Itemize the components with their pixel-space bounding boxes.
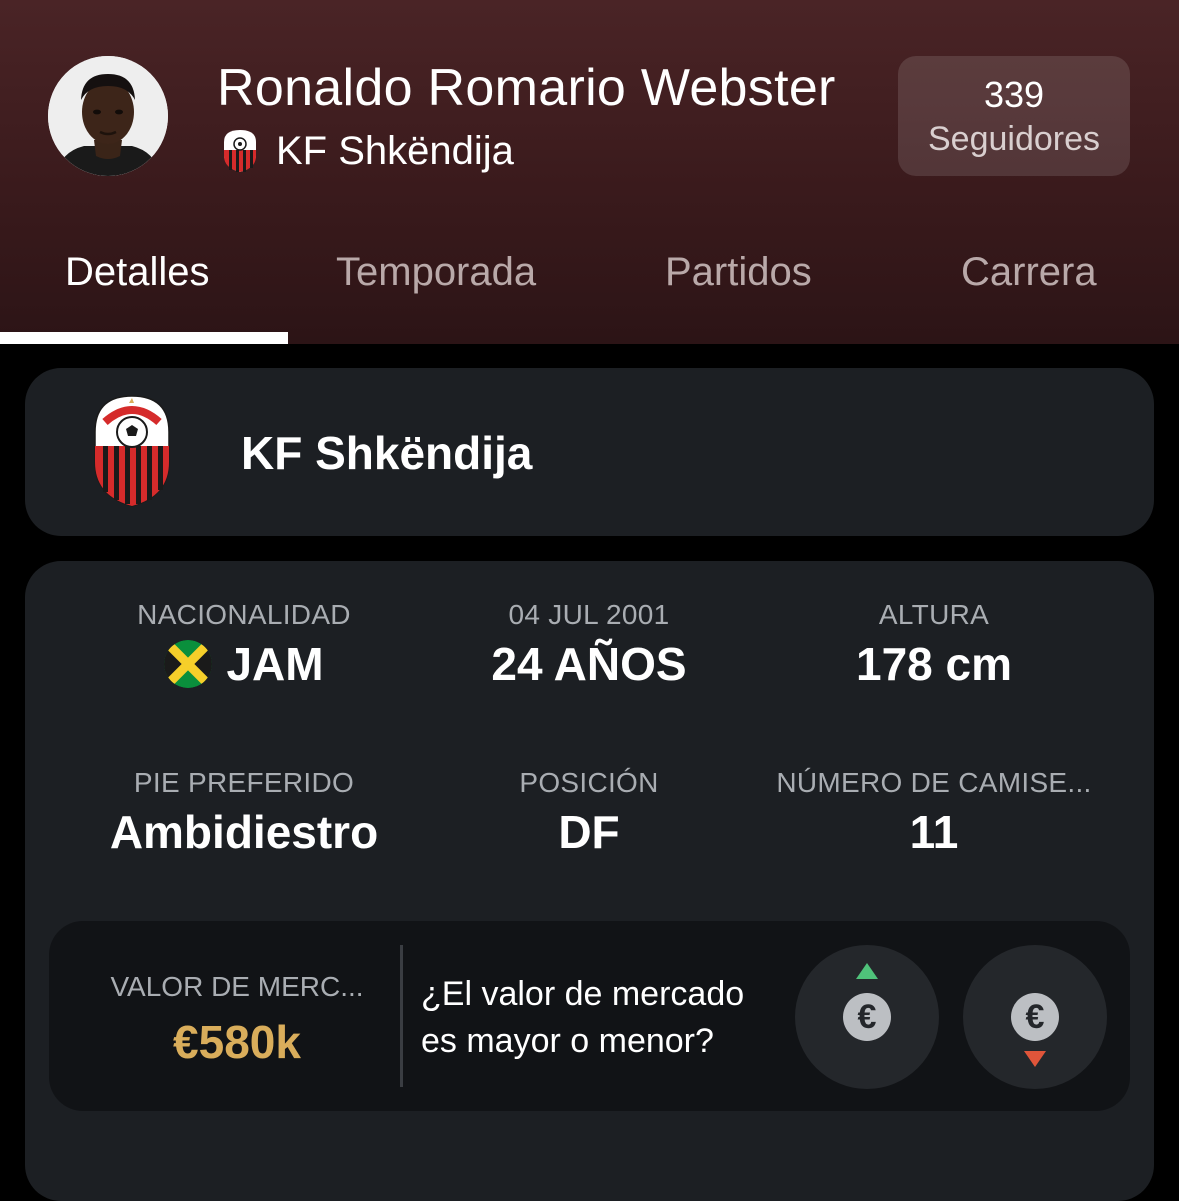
stat-foot: PIE PREFERIDO Ambidiestro	[74, 767, 414, 859]
market-value-amount: €580k	[173, 1016, 301, 1068]
profile-tabs: Detalles Temporada Partidos Carrera	[0, 240, 1179, 344]
market-value-question: ¿El valor de mercado es mayor o menor?	[421, 975, 745, 1060]
stat-height: ALTURA 178 cm	[764, 599, 1104, 691]
arrow-down-icon	[1024, 1051, 1046, 1067]
stat-nationality-value: JAM	[226, 638, 324, 690]
followers-badge[interactable]: 339 Seguidores	[898, 56, 1130, 176]
tab-partidos[interactable]: Partidos	[665, 250, 812, 295]
stat-position-label: POSICIÓN	[519, 767, 659, 798]
active-tab-indicator	[0, 332, 288, 344]
stat-age: 04 JUL 2001 24 AÑOS	[419, 599, 759, 691]
player-header: Ronaldo Romario Webster KF Shkëndija 339…	[0, 0, 1179, 344]
followers-label: Seguidores	[927, 119, 1100, 158]
club-card[interactable]: KF Shkëndija	[25, 368, 1154, 536]
stat-height-label: ALTURA	[878, 599, 990, 630]
tab-temporada[interactable]: Temporada	[336, 250, 536, 295]
arrow-up-icon	[856, 963, 878, 979]
stat-height-value: 178 cm	[855, 638, 1012, 690]
stat-shirt-label: NÚMERO DE CAMISE...	[776, 767, 1092, 798]
market-value-panel: VALOR DE MERC... €580k ¿El valor de merc…	[49, 921, 1130, 1111]
club-crest-icon	[224, 130, 256, 172]
stat-birthdate-label: 04 JUL 2001	[508, 599, 670, 630]
tab-detalles[interactable]: Detalles	[65, 250, 210, 295]
stat-shirt-number: NÚMERO DE CAMISE... 11	[764, 767, 1104, 859]
stat-foot-value: Ambidiestro	[109, 806, 379, 858]
vote-lower-button[interactable]: €	[963, 945, 1107, 1089]
market-divider	[400, 945, 403, 1087]
stat-nationality: NACIONALIDAD JAM	[74, 599, 414, 691]
club-card-name: KF Shkëndija	[241, 427, 533, 479]
vote-higher-button[interactable]: €	[795, 945, 939, 1089]
stat-position-value: DF	[558, 806, 620, 858]
euro-down-icon: €	[1011, 993, 1059, 1041]
player-details-card: NACIONALIDAD JAM 04 JUL 2001 24 AÑOS ALT…	[25, 561, 1154, 1201]
player-club-name: KF Shkëndija	[276, 128, 514, 173]
tab-carrera[interactable]: Carrera	[961, 250, 1097, 295]
market-value-label: VALOR DE MERC...	[110, 971, 364, 1002]
player-name: Ronaldo Romario Webster	[217, 59, 836, 117]
player-avatar[interactable]	[48, 56, 168, 176]
followers-count: 339	[983, 73, 1045, 115]
kf-shkendija-crest-icon	[94, 395, 170, 507]
stat-age-value: 24 AÑOS	[491, 638, 687, 690]
stat-position: POSICIÓN DF	[419, 767, 759, 859]
player-photo	[48, 56, 168, 176]
stat-foot-label: PIE PREFERIDO	[133, 767, 355, 798]
player-club-link[interactable]: KF Shkëndija	[222, 128, 514, 174]
stat-nationality-label: NACIONALIDAD	[137, 599, 351, 630]
jamaica-flag-icon	[164, 640, 213, 688]
euro-up-icon: €	[843, 993, 891, 1041]
stat-shirt-value: 11	[909, 806, 959, 858]
